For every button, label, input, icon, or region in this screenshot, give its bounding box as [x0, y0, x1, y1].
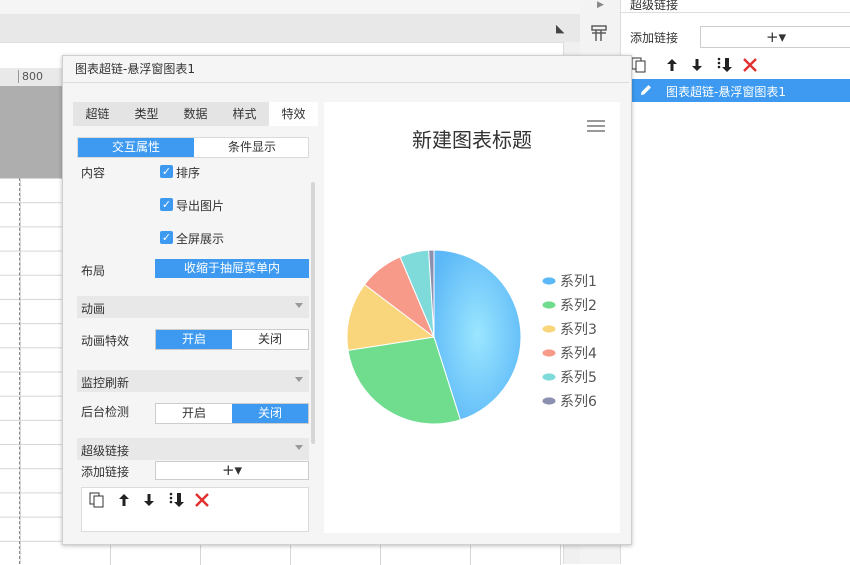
delete-icon[interactable] — [741, 56, 759, 74]
move-up-icon[interactable] — [115, 491, 133, 509]
background-check-on-option[interactable]: 开启 — [156, 404, 232, 423]
subtab-interaction[interactable]: 交互属性 — [78, 138, 194, 157]
dialog-title: 图表超链-悬浮窗图表1 — [75, 62, 195, 76]
divider — [63, 82, 629, 83]
fullscreen-checkbox[interactable]: ✓ — [160, 231, 173, 244]
fullscreen-checkbox-label: 全屏展示 — [176, 232, 225, 246]
monitor-refresh-section-title: 监控刷新 — [81, 376, 130, 390]
legend-marker-1[interactable] — [542, 277, 556, 285]
animation-section[interactable]: 动画 — [77, 296, 309, 318]
tab-effects[interactable]: 特效 — [269, 102, 318, 126]
legend-label-6[interactable]: 系列6 — [560, 394, 597, 410]
content-label: 内容 — [81, 166, 106, 180]
chevron-down-icon — [295, 377, 303, 382]
move-down-icon[interactable] — [140, 491, 158, 509]
sort-checkbox-label: 排序 — [176, 166, 201, 180]
background-check-toggle: 开启 关闭 — [155, 403, 309, 424]
canvas-margin — [0, 86, 62, 178]
dropdown-corner-icon[interactable]: ◣ — [556, 22, 564, 35]
copy-icon[interactable] — [88, 491, 106, 509]
animation-section-title: 动画 — [81, 302, 106, 316]
animation-toggle: 开启 关闭 — [155, 329, 309, 350]
add-link-button[interactable]: +▾ — [700, 26, 850, 48]
hyperlink-list-item[interactable]: 图表超链-悬浮窗图表1 — [631, 79, 850, 102]
pencil-icon[interactable] — [639, 83, 653, 97]
animation-off-option[interactable]: 关闭 — [232, 330, 308, 349]
chart-title: 新建图表标题 — [412, 128, 532, 152]
copy-icon[interactable] — [630, 56, 648, 74]
move-down-icon[interactable] — [688, 56, 706, 74]
add-link-button[interactable]: +▾ — [155, 461, 309, 480]
add-link-label: 添加链接 — [81, 465, 130, 479]
layout-label: 布局 — [81, 264, 106, 278]
legend-label-5[interactable]: 系列5 — [560, 370, 597, 386]
collapse-arrow-icon[interactable]: ▶ — [597, 0, 604, 10]
legend-label-2[interactable]: 系列2 — [560, 298, 597, 314]
link-list — [81, 487, 309, 532]
ruler-label: 800 — [18, 70, 43, 83]
chevron-down-icon — [295, 445, 303, 450]
divider — [621, 12, 850, 13]
move-up-icon[interactable] — [663, 56, 681, 74]
link-toolbar — [630, 56, 850, 76]
tab-style[interactable]: 样式 — [220, 102, 269, 126]
animation-on-option[interactable]: 开启 — [156, 330, 232, 349]
add-link-label: 添加链接 — [630, 31, 679, 45]
move-bottom-icon[interactable] — [167, 491, 185, 509]
legend-label-1[interactable]: 系列1 — [560, 274, 597, 290]
legend-marker-2[interactable] — [542, 301, 556, 309]
hyperlink-item-label: 图表超链-悬浮窗图表1 — [666, 85, 786, 99]
hyperlink-section-title: 超级链接 — [81, 444, 130, 458]
page-boundary-line — [19, 178, 20, 564]
legend-marker-5[interactable] — [542, 373, 556, 381]
legend-marker-4[interactable] — [542, 349, 556, 357]
legend-marker-3[interactable] — [542, 325, 556, 333]
export-image-checkbox-label: 导出图片 — [176, 199, 225, 213]
report-grid-bottom[interactable] — [62, 543, 562, 565]
legend-marker-6[interactable] — [542, 397, 556, 405]
move-bottom-icon[interactable] — [715, 56, 733, 74]
settings-scrollbar[interactable] — [311, 182, 315, 444]
legend-label-3[interactable]: 系列3 — [560, 322, 597, 338]
subtab-conditional-display[interactable]: 条件显示 — [194, 138, 310, 157]
tab-type[interactable]: 类型 — [122, 102, 171, 126]
sort-checkbox[interactable]: ✓ — [160, 165, 173, 178]
tab-data[interactable]: 数据 — [171, 102, 220, 126]
export-image-checkbox[interactable]: ✓ — [160, 198, 173, 211]
tab-hyperlink[interactable]: 超链 — [73, 102, 122, 126]
editor-toolbar-row — [0, 14, 580, 43]
chevron-down-icon — [295, 303, 303, 308]
effects-subtabs: 交互属性 条件显示 — [77, 137, 309, 158]
hamburger-menu-icon[interactable] — [587, 119, 605, 133]
delete-icon[interactable] — [193, 491, 211, 509]
background-check-off-option[interactable]: 关闭 — [232, 404, 308, 423]
background-check-label: 后台检测 — [81, 405, 130, 419]
animation-effect-label: 动画特效 — [81, 334, 130, 348]
legend-label-4[interactable]: 系列4 — [560, 346, 597, 362]
pie-chart: 系列1 系列2 系列3 系列4 系列5 系列6 — [346, 249, 597, 425]
settings-tabs: 超链 类型 数据 样式 特效 — [73, 102, 318, 126]
layout-select[interactable]: 收缩于抽屉菜单内 — [155, 259, 309, 278]
table-layout-icon[interactable] — [590, 24, 608, 42]
monitor-refresh-section[interactable]: 监控刷新 — [77, 370, 309, 392]
hyperlink-section[interactable]: 超级链接 — [77, 438, 309, 460]
